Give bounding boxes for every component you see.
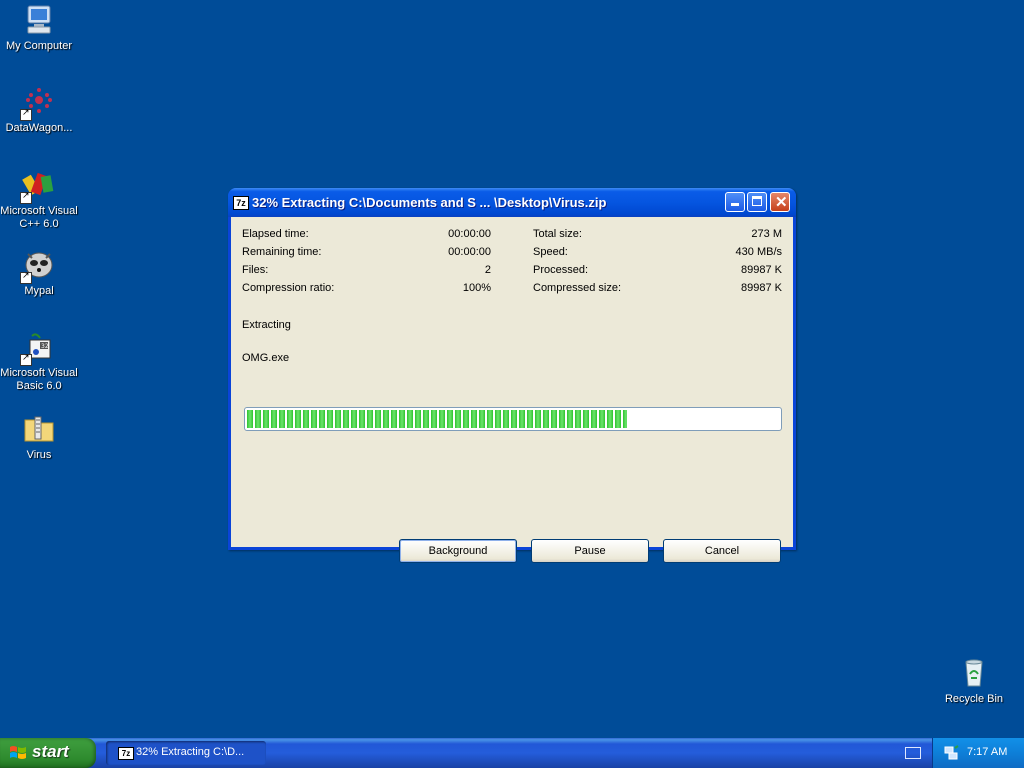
stat-total-size-value: 273 M xyxy=(751,228,782,240)
stat-files-label: Files: xyxy=(242,264,269,276)
extract-dialog: 7z 32% Extracting C:\Documents and S ...… xyxy=(228,188,796,563)
desktop-icon-mypal[interactable]: Mypal xyxy=(0,248,78,298)
stat-speed-value: 430 MB/s xyxy=(735,246,782,258)
visual-basic-icon: 32 xyxy=(20,330,56,366)
stat-remaining-value: 00:00:00 xyxy=(448,246,491,258)
zip-folder-icon xyxy=(22,412,56,446)
svg-text:32: 32 xyxy=(41,343,49,350)
stat-speed-label: Speed: xyxy=(533,246,568,258)
shortcut-arrow-icon xyxy=(20,352,32,366)
desktop-icon-label: Microsoft Visual C++ 6.0 xyxy=(0,205,78,230)
desktop-icon-visual-basic[interactable]: 32 Microsoft Visual Basic 6.0 xyxy=(0,330,78,393)
stat-processed-value: 89987 K xyxy=(741,264,782,276)
desktop-icon-my-computer[interactable]: My Computer xyxy=(0,3,78,53)
stat-elapsed-value: 00:00:00 xyxy=(448,228,491,240)
shortcut-arrow-icon xyxy=(20,107,32,121)
stat-total-size-label: Total size: xyxy=(533,228,582,240)
visual-cpp-icon xyxy=(20,168,56,204)
taskbar-item-extract[interactable]: 7z 32% Extracting C:\D... xyxy=(106,741,266,765)
start-label: start xyxy=(32,742,69,761)
shortcut-arrow-icon xyxy=(20,270,32,284)
stat-processed-label: Processed: xyxy=(533,264,589,276)
system-tray: 7:17 AM xyxy=(932,738,1024,768)
desktop-icon-visual-cpp[interactable]: Microsoft Visual C++ 6.0 xyxy=(0,168,78,231)
desktop-icon-label: My Computer xyxy=(5,40,73,52)
desktop-icon-recycle-bin[interactable]: Recycle Bin xyxy=(935,656,1013,706)
stat-files-value: 2 xyxy=(484,264,491,276)
stat-ratio-label: Compression ratio: xyxy=(242,282,335,294)
taskbar-item-label: 32% Extracting C:\D... xyxy=(136,746,245,758)
pause-button[interactable]: Pause xyxy=(531,539,649,563)
network-icon[interactable] xyxy=(943,745,959,761)
extract-progress-bar xyxy=(244,407,782,431)
stat-compressed-value: 89987 K xyxy=(741,282,782,294)
datawagon-icon xyxy=(20,85,56,121)
shortcut-arrow-icon xyxy=(20,190,32,204)
keyboard-icon[interactable] xyxy=(905,747,921,759)
stat-compressed-label: Compressed size: xyxy=(533,282,622,294)
desktop-icon-virus[interactable]: Virus xyxy=(0,412,78,462)
windows-logo-icon xyxy=(10,746,26,759)
minimize-button[interactable] xyxy=(725,192,745,212)
desktop-icon-label: Microsoft Visual Basic 6.0 xyxy=(0,367,78,392)
status-text: Extracting xyxy=(242,319,291,331)
cancel-button[interactable]: Cancel xyxy=(663,539,781,563)
app-7z-icon: 7z xyxy=(118,747,134,760)
dialog-body: Elapsed time: 00:00:00 Remaining time: 0… xyxy=(231,217,793,563)
start-button[interactable]: start xyxy=(0,738,96,768)
window-title: 32% Extracting C:\Documents and S ... \D… xyxy=(252,195,607,210)
stat-remaining-label: Remaining time: xyxy=(242,246,322,258)
minimize-icon xyxy=(731,203,739,206)
current-file: OMG.exe xyxy=(242,352,290,364)
desktop-icon-datawagon[interactable]: DataWagon... xyxy=(0,85,78,135)
clock[interactable]: 7:17 AM xyxy=(967,746,1007,758)
stat-elapsed-label: Elapsed time: xyxy=(242,228,309,240)
taskbar: start 7z 32% Extracting C:\D... 7:17 AM xyxy=(0,738,1024,768)
close-button[interactable]: ✕ xyxy=(770,192,790,212)
computer-icon xyxy=(22,3,56,37)
desktop-icon-label: Virus xyxy=(26,449,52,461)
stat-ratio-value: 100% xyxy=(462,282,491,294)
close-icon: ✕ xyxy=(775,194,788,211)
maximize-button[interactable] xyxy=(747,192,767,212)
desktop-icon-label: Mypal xyxy=(24,285,54,297)
mypal-icon xyxy=(20,248,56,284)
title-bar[interactable]: 7z 32% Extracting C:\Documents and S ...… xyxy=(228,188,796,217)
recycle-bin-icon xyxy=(957,656,991,690)
app-7z-icon: 7z xyxy=(233,196,249,210)
desktop-icon-label: DataWagon... xyxy=(5,122,73,134)
maximize-icon xyxy=(752,196,762,206)
background-button[interactable]: Background xyxy=(399,539,517,563)
desktop-icon-label: Recycle Bin xyxy=(944,693,1004,705)
progress-fill xyxy=(247,410,627,428)
